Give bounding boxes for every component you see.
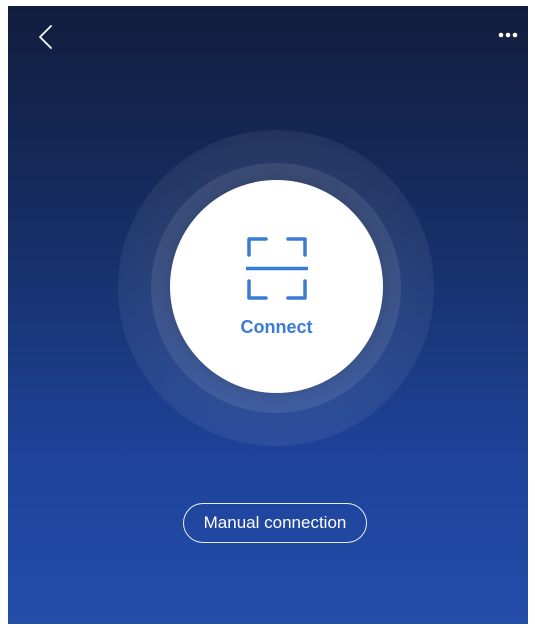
manual-connection-button[interactable]: Manual connection xyxy=(183,503,367,543)
connect-label: Connect xyxy=(240,317,313,337)
more-horizontal-icon xyxy=(498,32,518,38)
back-button[interactable] xyxy=(32,22,62,52)
chevron-left-icon xyxy=(39,25,52,49)
more-options-button[interactable] xyxy=(496,24,522,46)
connect-button[interactable]: Connect xyxy=(170,180,383,393)
app-screen: Connect Manual connection xyxy=(8,6,528,624)
scan-frame-icon xyxy=(246,237,308,300)
